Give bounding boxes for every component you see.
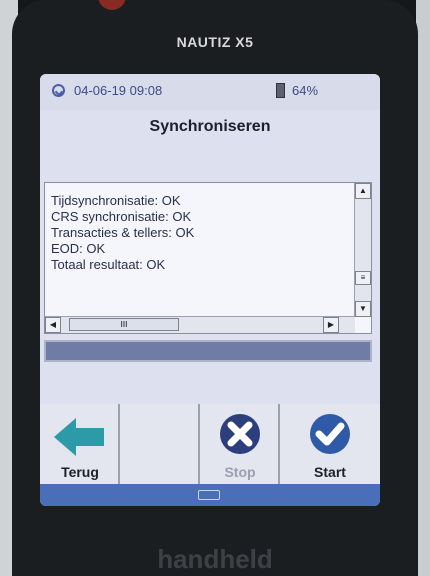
back-button[interactable]: Terug: [40, 404, 120, 484]
log-line: Tijdsynchronisatie: OK: [51, 193, 181, 208]
vertical-scroll-thumb[interactable]: ≡: [355, 271, 371, 285]
datetime: 04-06-19 09:08: [74, 83, 163, 98]
status-bar: 04-06-19 09:08 64%: [40, 74, 380, 110]
horizontal-scroll-thumb[interactable]: III: [69, 318, 179, 331]
scroll-right-button[interactable]: ▶: [323, 317, 339, 333]
battery-level: 64%: [292, 83, 319, 98]
device-screen: 04-06-19 09:08 64% Synchroniseren Tijdsy…: [40, 74, 380, 506]
vertical-scrollbar[interactable]: ▲ ≡ ▼: [354, 183, 371, 317]
sync-log[interactable]: Tijdsynchronisatie: OK CRS synchronisati…: [44, 182, 372, 334]
back-label: Terug: [61, 464, 99, 480]
log-lines: Tijdsynchronisatie: OK CRS synchronisati…: [51, 193, 341, 273]
device-brand: NAUTIZ X5: [176, 34, 254, 50]
stop-x-icon: [220, 414, 260, 454]
scroll-down-button[interactable]: ▼: [355, 301, 371, 317]
horizontal-scrollbar[interactable]: ◀ III ▶: [45, 316, 355, 333]
log-line: Transacties & tellers: OK: [51, 225, 195, 240]
start-check-icon: [310, 414, 350, 454]
sync-progress-bar: [44, 340, 372, 362]
start-button[interactable]: Start: [280, 404, 380, 484]
page-title: Synchroniseren: [149, 118, 271, 135]
scroll-left-button[interactable]: ◀: [45, 317, 61, 333]
log-line: CRS synchronisatie: OK: [51, 209, 192, 224]
footer-brand: handheld: [157, 544, 273, 574]
back-arrow-icon: [54, 418, 104, 456]
empty-button[interactable]: [120, 404, 200, 484]
stop-button[interactable]: Stop: [200, 404, 280, 484]
background-right: [416, 0, 430, 576]
device-logo: [98, 0, 126, 10]
bottom-toolbar: Terug Stop Start: [40, 404, 380, 484]
taskbar: [40, 484, 380, 506]
scroll-up-button[interactable]: ▲: [355, 183, 371, 199]
stop-label: Stop: [224, 464, 256, 480]
keyboard-icon[interactable]: [198, 490, 220, 500]
battery-icon: [276, 83, 285, 98]
log-line: EOD: OK: [51, 241, 106, 256]
start-label: Start: [314, 464, 346, 480]
clock-icon: [52, 84, 65, 97]
log-line: Totaal resultaat: OK: [51, 257, 166, 272]
